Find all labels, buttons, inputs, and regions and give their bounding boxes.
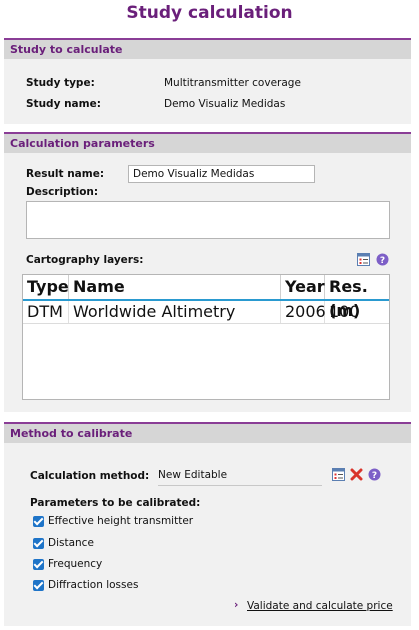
- column-header-type[interactable]: Type: [23, 275, 69, 299]
- list-select-icon[interactable]: [357, 253, 370, 266]
- table-row[interactable]: DTM Worldwide Altimetry 2006 100: [23, 301, 389, 324]
- result-name-input[interactable]: Demo Visualiz Medidas: [128, 165, 315, 183]
- study-name-label: Study name:: [26, 98, 101, 110]
- calculation-method-value[interactable]: New Editable: [158, 469, 322, 486]
- chevron-right-icon: ›: [234, 599, 239, 611]
- checkbox-label: Effective height transmitter: [48, 515, 194, 527]
- checkbox-label: Diffraction losses: [48, 579, 139, 591]
- delete-icon[interactable]: [350, 468, 363, 481]
- checkbox-icon[interactable]: [33, 559, 44, 570]
- help-icon[interactable]: ?: [368, 468, 381, 481]
- calculation-method-label: Calculation method:: [30, 470, 150, 482]
- section-header: Method to calibrate: [4, 422, 411, 443]
- column-header-year[interactable]: Year: [281, 275, 325, 299]
- cell-resolution: 100: [329, 302, 360, 321]
- checkbox-icon[interactable]: [33, 516, 44, 527]
- section-header: Calculation parameters: [4, 132, 411, 153]
- column-header-name[interactable]: Name: [69, 275, 281, 299]
- study-name-value: Demo Visualiz Medidas: [164, 98, 286, 110]
- study-name-row: Study name: Demo Visualiz Medidas: [26, 98, 386, 110]
- table-header-row: Type Name Year Res. (m): [23, 275, 389, 320]
- study-type-row: Study type: Multitransmitter coverage: [26, 77, 386, 89]
- cartography-table: Type Name Year Res. (m) DTM Worldwide Al…: [22, 274, 390, 400]
- study-type-value: Multitransmitter coverage: [164, 77, 301, 89]
- checkbox-label: Distance: [48, 537, 94, 549]
- description-label: Description:: [26, 186, 99, 198]
- study-type-label: Study type:: [26, 77, 95, 89]
- section-header: Study to calculate: [4, 38, 411, 59]
- cell-type: DTM: [23, 301, 69, 323]
- cartography-layers-label: Cartography layers:: [26, 254, 144, 266]
- svg-text:?: ?: [380, 256, 385, 266]
- page-title: Study calculation: [126, 3, 293, 23]
- checkbox-icon[interactable]: [33, 580, 44, 591]
- parameters-label: Parameters to be calibrated:: [30, 497, 201, 509]
- study-section: Study to calculate Study type: Multitran…: [4, 38, 411, 124]
- cell-year: 2006: [281, 301, 326, 323]
- checkbox-label: Frequency: [48, 558, 103, 570]
- result-name-label: Result name:: [26, 168, 105, 180]
- cell-name: Worldwide Altimetry: [69, 301, 281, 323]
- checkbox-icon[interactable]: [33, 538, 44, 549]
- column-header-resolution[interactable]: Res. (m): [325, 275, 389, 320]
- help-icon[interactable]: ?: [376, 253, 389, 266]
- validate-calculate-link[interactable]: Validate and calculate price: [247, 600, 393, 612]
- svg-text:?: ?: [372, 471, 377, 481]
- description-textarea[interactable]: [26, 201, 390, 239]
- list-select-icon[interactable]: [332, 468, 345, 481]
